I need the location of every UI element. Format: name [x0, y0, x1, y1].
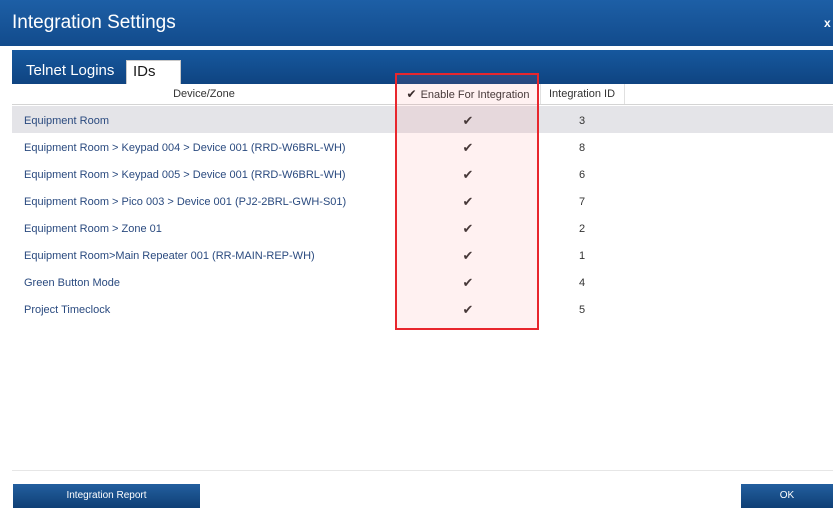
device-zone-cell: Green Button Mode [24, 277, 121, 289]
device-zone-cell: Equipment Room > Keypad 004 > Device 001… [24, 142, 346, 154]
integration-id-cell: 6 [578, 169, 586, 181]
device-zone-cell: Equipment Room [24, 115, 109, 127]
column-header-integration-id[interactable]: Integration ID [540, 84, 625, 104]
device-zone-cell: Project Timeclock [24, 304, 111, 316]
tab-ids[interactable]: IDs [126, 60, 181, 84]
integration-id-cell: 3 [578, 115, 586, 127]
device-zone-cell: Equipment Room > Zone 01 [24, 223, 162, 235]
highlight-annotation-box [395, 73, 539, 330]
integration-id-cell: 8 [578, 142, 586, 154]
integration-id-cell: 5 [578, 304, 586, 316]
integration-id-cell: 1 [578, 250, 586, 262]
device-zone-cell: Equipment Room > Keypad 005 > Device 001… [24, 169, 346, 181]
tab-telnet-logins[interactable]: Telnet Logins [20, 60, 120, 84]
ok-button[interactable]: OK [741, 484, 833, 508]
column-header-device-zone[interactable]: Device/Zone [12, 84, 397, 104]
integration-id-cell: 2 [578, 223, 586, 235]
device-zone-cell: Equipment Room > Pico 003 > Device 001 (… [24, 196, 347, 208]
integration-report-button[interactable]: Integration Report [13, 484, 200, 508]
window-title: Integration Settings [12, 12, 176, 33]
footer-divider [12, 470, 833, 471]
device-zone-cell: Equipment Room>Main Repeater 001 (RR-MAI… [24, 250, 315, 262]
close-icon[interactable]: x [824, 16, 831, 30]
integration-id-cell: 4 [578, 277, 586, 289]
title-bar: Integration Settings x [0, 0, 833, 46]
integration-id-cell: 7 [578, 196, 586, 208]
